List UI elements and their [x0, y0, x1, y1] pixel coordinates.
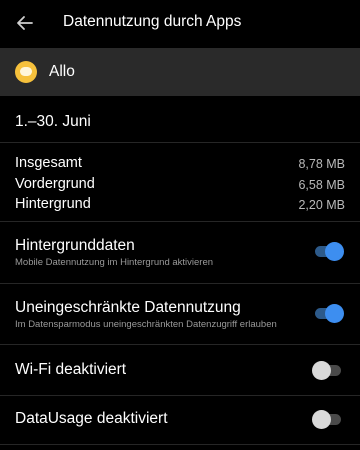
wifi-disabled-toggle[interactable]: [312, 360, 343, 380]
background-data-title[interactable]: Hintergrunddaten: [15, 237, 135, 255]
stat-total-value: 8,78 MB: [298, 157, 345, 171]
app-header-row: Allo: [0, 48, 360, 96]
divider: [0, 444, 360, 445]
top-app-bar: Datennutzung durch Apps: [0, 0, 360, 45]
stat-background-label: Hintergrund: [15, 196, 91, 212]
unrestricted-data-toggle[interactable]: [313, 303, 344, 323]
divider: [0, 395, 360, 396]
page-title: Datennutzung durch Apps: [63, 13, 242, 30]
datausage-disabled-title[interactable]: DataUsage deaktiviert: [15, 410, 168, 428]
divider: [0, 344, 360, 345]
background-data-subtitle: Mobile Datennutzung im Hintergrund aktiv…: [15, 257, 214, 268]
app-name: Allo: [49, 63, 75, 80]
background-data-toggle[interactable]: [313, 241, 344, 261]
back-arrow-icon[interactable]: [14, 12, 36, 34]
wifi-disabled-title[interactable]: Wi-Fi deaktiviert: [15, 361, 126, 379]
divider: [0, 142, 360, 143]
stat-total-label: Insgesamt: [15, 155, 82, 171]
stat-foreground-label: Vordergrund: [15, 176, 95, 192]
divider: [0, 221, 360, 222]
stat-background-value: 2,20 MB: [298, 198, 345, 212]
stat-foreground-value: 6,58 MB: [298, 178, 345, 192]
allo-icon: [15, 61, 37, 83]
unrestricted-data-title[interactable]: Uneingeschränkte Datennutzung: [15, 299, 241, 317]
divider: [0, 283, 360, 284]
unrestricted-data-subtitle: Im Datensparmodus uneingeschränkten Date…: [15, 319, 277, 330]
datausage-disabled-toggle[interactable]: [312, 409, 343, 429]
usage-period[interactable]: 1.–30. Juni: [15, 113, 91, 131]
